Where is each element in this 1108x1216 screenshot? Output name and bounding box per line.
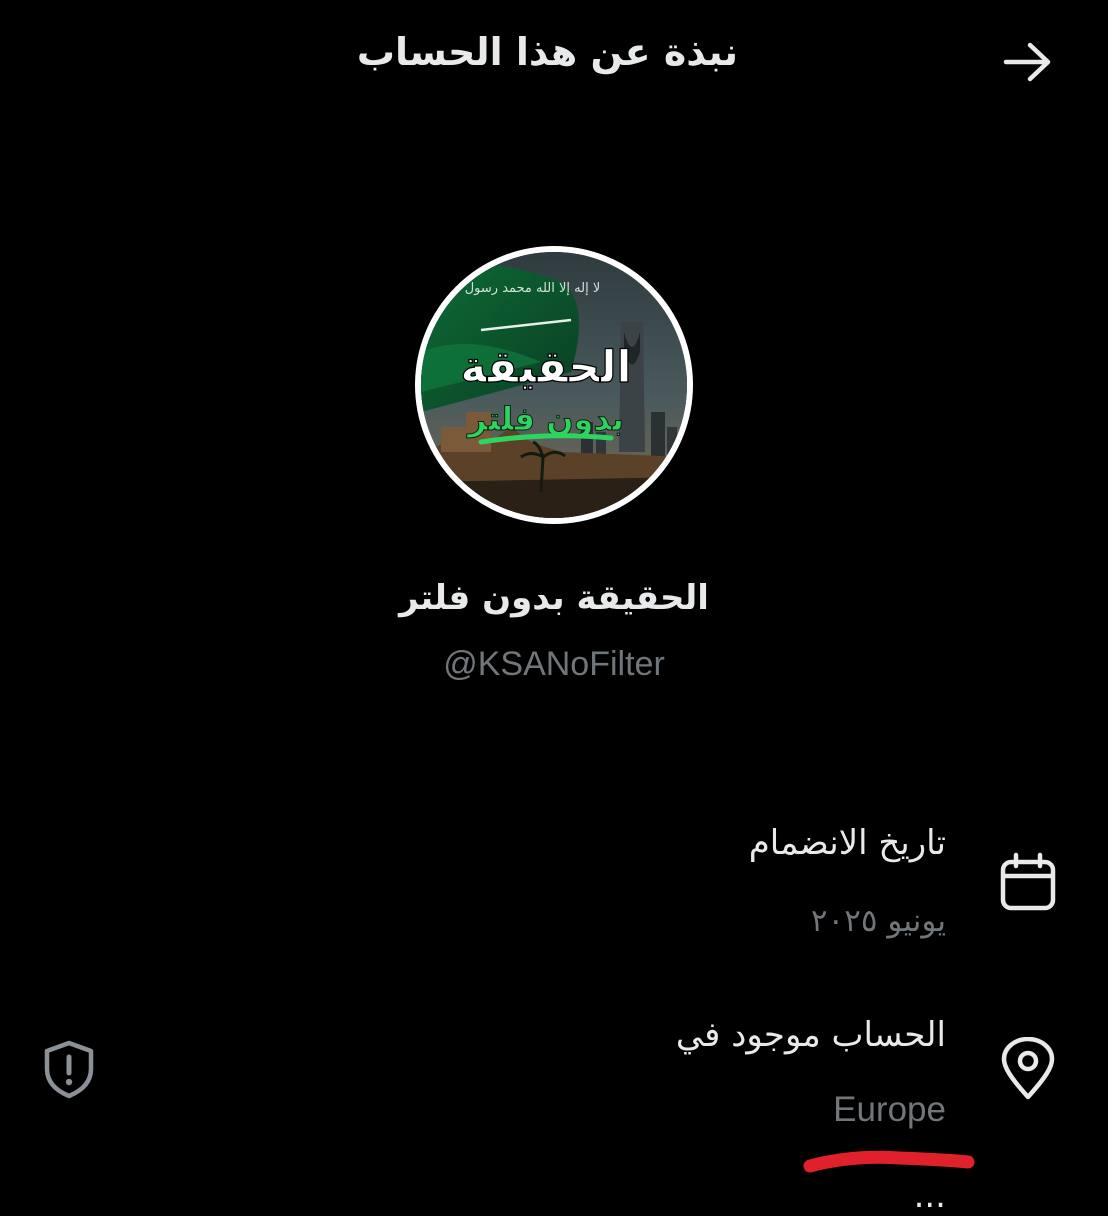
display-name: الحقيقة بدون فلتر [399, 578, 709, 618]
avatar-subline: بدون فلتر [466, 400, 624, 438]
calendar-icon [996, 850, 1060, 914]
back-button[interactable] [1000, 38, 1056, 86]
cutoff-row-label: ... [913, 1176, 946, 1216]
joined-date: يونيو ٢٠٢٥ [810, 903, 946, 939]
page-title: نبذة عن هذا الحساب [356, 30, 738, 74]
arrow-right-icon [1003, 42, 1051, 82]
avatar-headline: الحقيقة [460, 342, 631, 393]
account-handle: @KSANoFilter [443, 645, 665, 683]
avatar[interactable]: لا إله إلا الله محمد رسول الله الحقيقة ب… [415, 246, 693, 524]
red-underline-annotation [803, 1150, 975, 1173]
avatar-flag-script: لا إله إلا الله محمد رسول الله [442, 281, 601, 296]
location-value: Europe [833, 1090, 946, 1129]
about-account-screen: نبذة عن هذا الحساب لا إله إلا الله محمد … [0, 0, 1108, 1216]
location-label: الحساب موجود في [675, 1015, 946, 1055]
location-pin-icon [996, 1036, 1060, 1102]
joined-label: تاريخ الانضمام [748, 823, 946, 863]
shield-alert-icon[interactable] [40, 1038, 98, 1100]
